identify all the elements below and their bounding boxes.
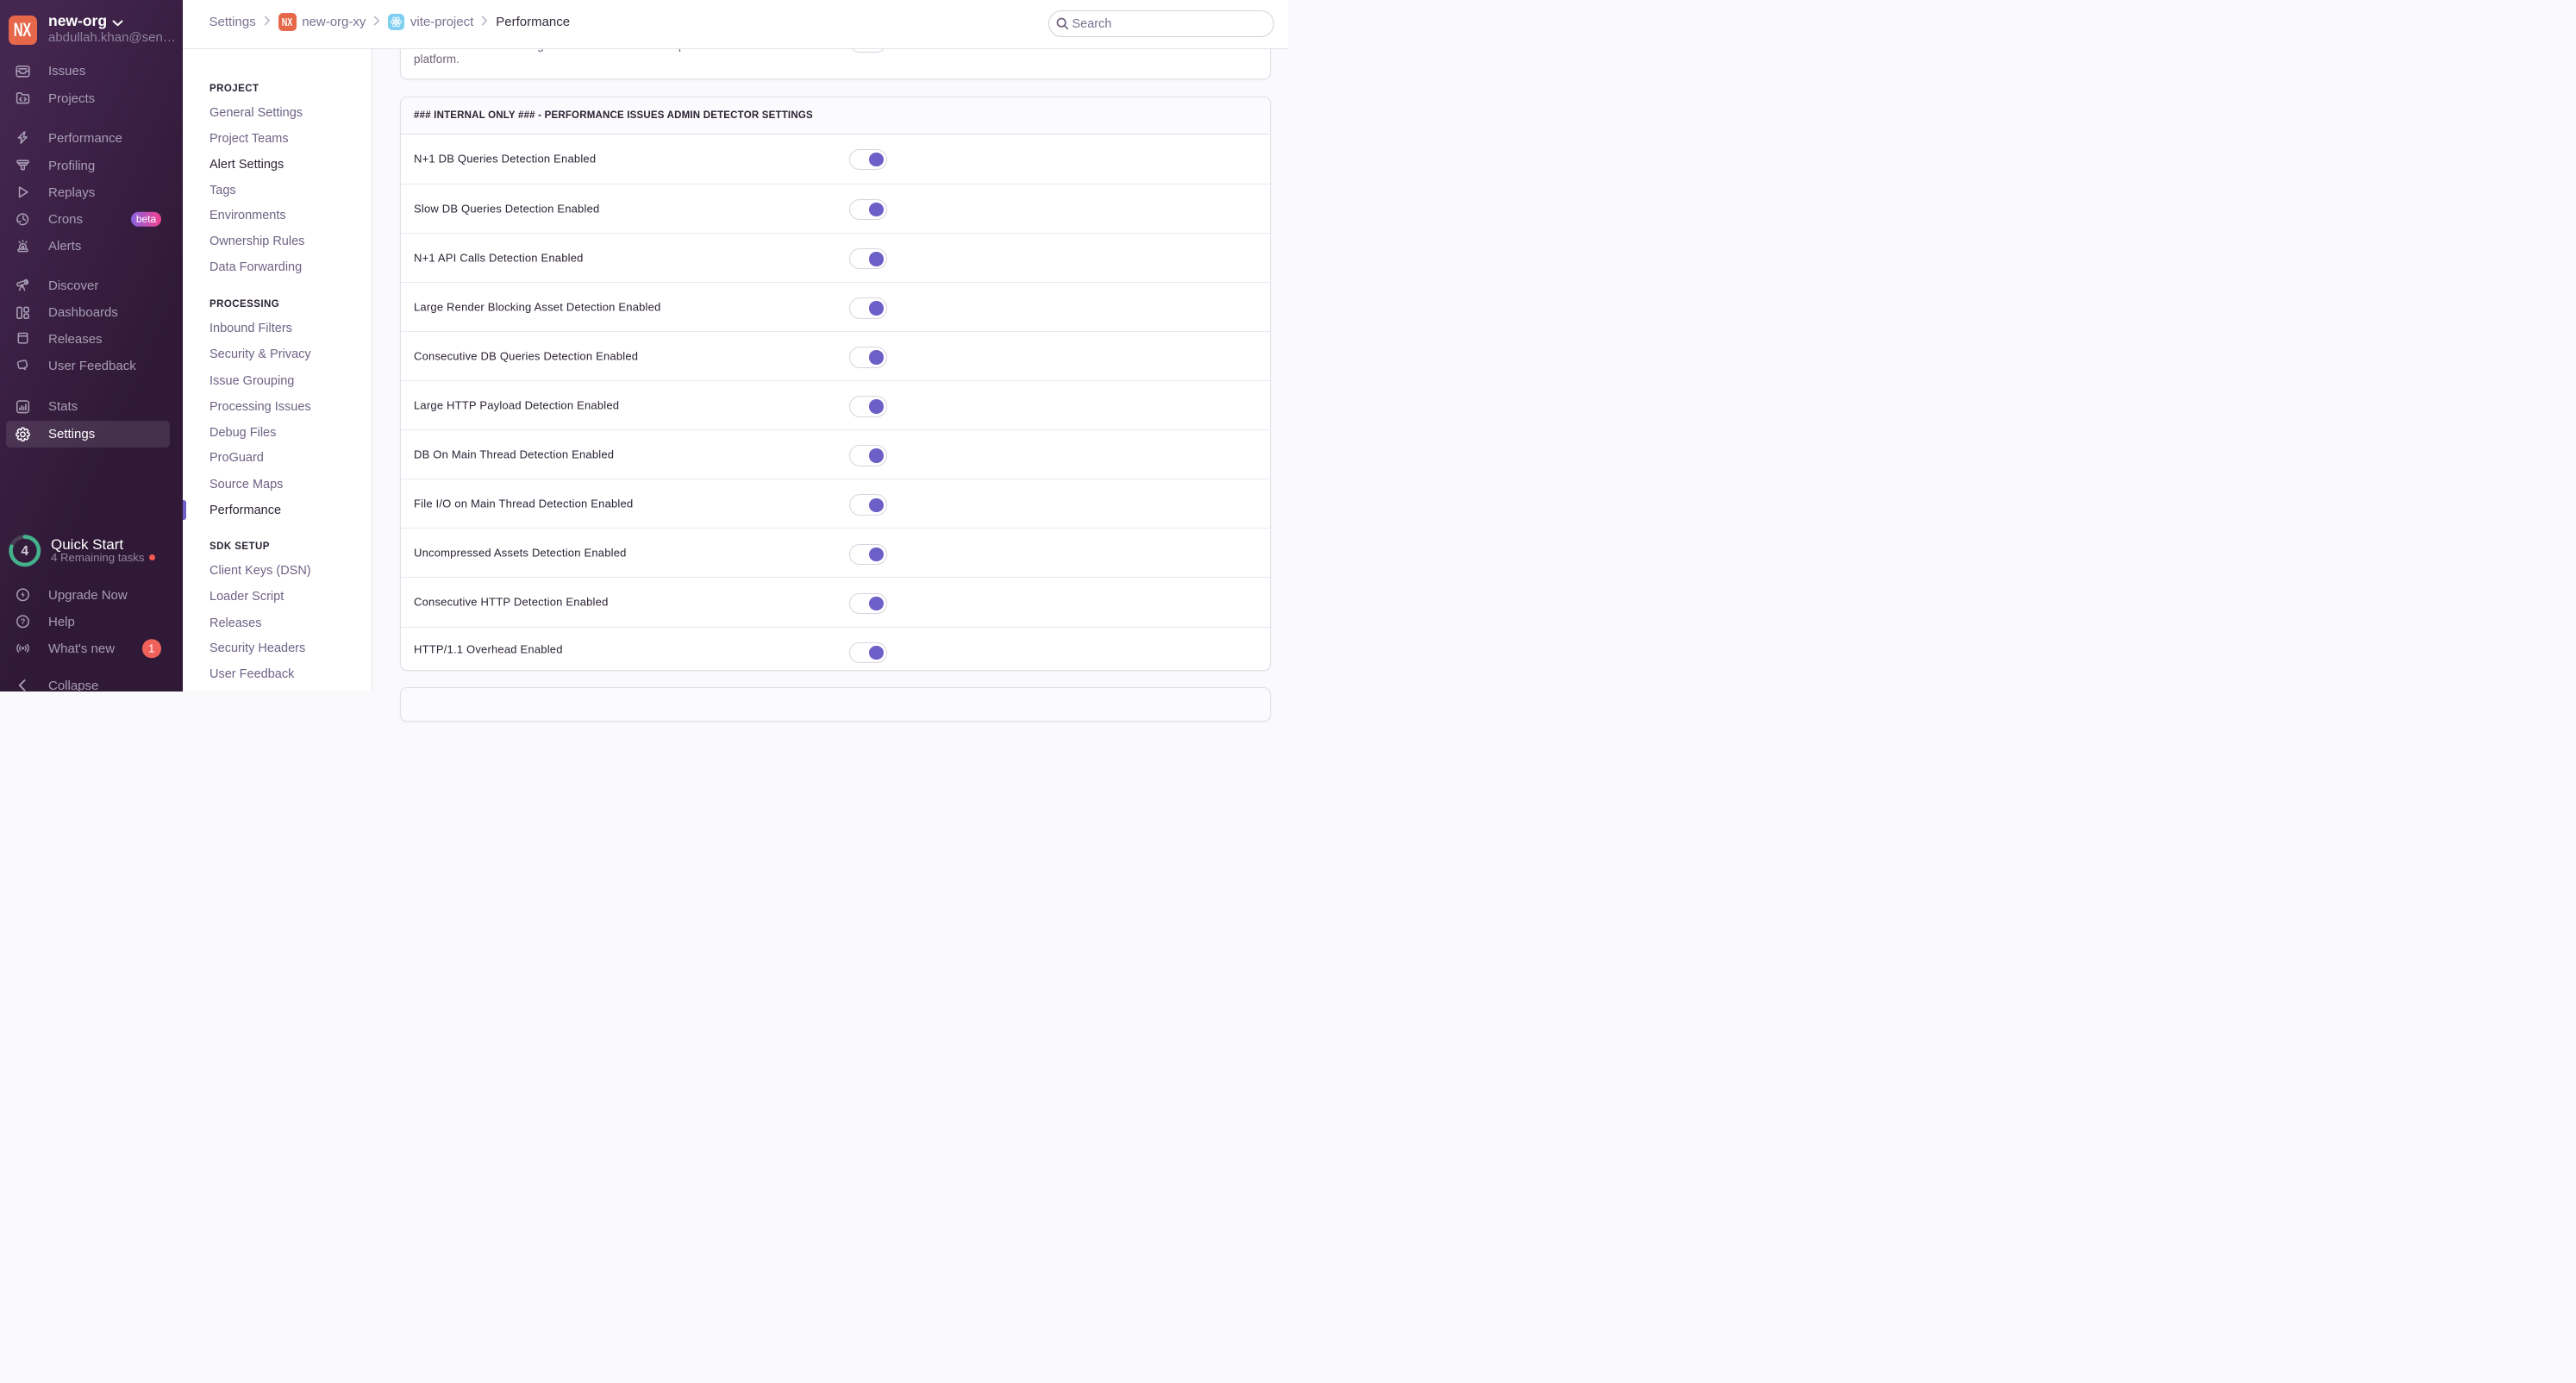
svg-text:?: ? xyxy=(20,617,25,627)
svg-text:4: 4 xyxy=(22,544,29,559)
